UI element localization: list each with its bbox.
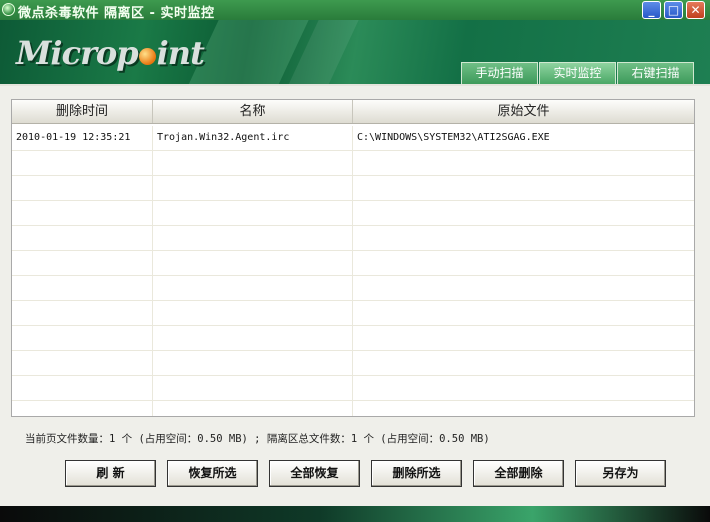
table-row[interactable] (12, 301, 694, 326)
restore-selected-button[interactable]: 恢复所选 (167, 460, 258, 487)
cell-original-file (353, 376, 694, 400)
table-row[interactable] (12, 401, 694, 416)
table-row[interactable] (12, 326, 694, 351)
cell-original-file (353, 326, 694, 350)
refresh-button[interactable]: 刷 新 (65, 460, 156, 487)
save-as-button[interactable]: 另存为 (575, 460, 666, 487)
cell-original-file (353, 176, 694, 200)
cell-name (153, 351, 353, 375)
cell-delete-time (12, 401, 153, 416)
cell-original-file (353, 401, 694, 416)
restore-all-button[interactable]: 全部恢复 (269, 460, 360, 487)
cell-name (153, 226, 353, 250)
cell-delete-time (12, 201, 153, 225)
cell-delete-time: 2010-01-19 12:35:21 (12, 126, 153, 150)
table-body: 2010-01-19 12:35:21 Trojan.Win32.Agent.ir… (12, 126, 694, 416)
maximize-button[interactable]: □ (664, 1, 683, 19)
tab-context-scan[interactable]: 右键扫描 (617, 62, 694, 84)
table-row[interactable] (12, 276, 694, 301)
logo-dot-icon (138, 48, 156, 65)
cell-original-file (353, 201, 694, 225)
app-header: Microp int 手动扫描 实时监控 右键扫描 (0, 20, 710, 84)
table-row[interactable] (12, 251, 694, 276)
cell-name: Trojan.Win32.Agent.irc (153, 126, 353, 150)
micropoint-logo: Microp int (16, 34, 205, 72)
cell-original-file (353, 251, 694, 275)
cell-original-file (353, 151, 694, 175)
cell-name (153, 301, 353, 325)
table-row[interactable]: 2010-01-19 12:35:21 Trojan.Win32.Agent.ir… (12, 126, 694, 151)
cell-delete-time (12, 326, 153, 350)
table-row[interactable] (12, 151, 694, 176)
column-header-delete-time[interactable]: 删除时间 (12, 100, 153, 123)
table-row[interactable] (12, 351, 694, 376)
close-button[interactable]: ✕ (686, 1, 705, 19)
minimize-button[interactable]: _ (642, 1, 661, 19)
delete-all-button[interactable]: 全部删除 (473, 460, 564, 487)
cell-delete-time (12, 151, 153, 175)
cell-delete-time (12, 251, 153, 275)
cell-name (153, 151, 353, 175)
table-header: 删除时间 名称 原始文件 (12, 100, 694, 124)
cell-delete-time (12, 301, 153, 325)
column-header-name[interactable]: 名称 (153, 100, 353, 123)
cell-name (153, 176, 353, 200)
cell-delete-time (12, 276, 153, 300)
app-icon[interactable] (2, 3, 15, 16)
cell-name (153, 326, 353, 350)
cell-original-file: C:\WINDOWS\SYSTEM32\ATI2SGAG.EXE (357, 132, 550, 143)
header-divider (0, 84, 710, 86)
table-row[interactable] (12, 176, 694, 201)
column-header-original-file[interactable]: 原始文件 (353, 100, 694, 123)
cell-name (153, 376, 353, 400)
table-row[interactable] (12, 376, 694, 401)
cell-original-file (353, 351, 694, 375)
title-bar[interactable]: 微点杀毒软件 隔离区 - 实时监控 _ □ ✕ (0, 0, 710, 21)
cell-name (153, 401, 353, 416)
tab-manual-scan[interactable]: 手动扫描 (461, 62, 538, 84)
cell-original-file (353, 301, 694, 325)
delete-selected-button[interactable]: 删除所选 (371, 460, 462, 487)
cell-delete-time (12, 351, 153, 375)
cell-delete-time (12, 176, 153, 200)
cell-name (153, 251, 353, 275)
table-row[interactable] (12, 201, 694, 226)
cell-delete-time (12, 226, 153, 250)
cell-name (153, 276, 353, 300)
cell-name (153, 201, 353, 225)
window-title: 微点杀毒软件 隔离区 - 实时监控 (18, 6, 215, 21)
cell-delete-time (12, 376, 153, 400)
status-text: 当前页文件数量：1 个 (占用空间：0.50 MB) ; 隔离区总文件数：1 个… (25, 433, 490, 445)
cell-original-file (353, 276, 694, 300)
table-row[interactable] (12, 226, 694, 251)
bottom-decoration-bar (0, 506, 710, 522)
tab-realtime-monitor[interactable]: 实时监控 (539, 62, 616, 84)
cell-original-file (353, 226, 694, 250)
quarantine-table[interactable]: 删除时间 名称 原始文件 2010-01-19 12:35:21 Trojan.W… (11, 99, 695, 417)
